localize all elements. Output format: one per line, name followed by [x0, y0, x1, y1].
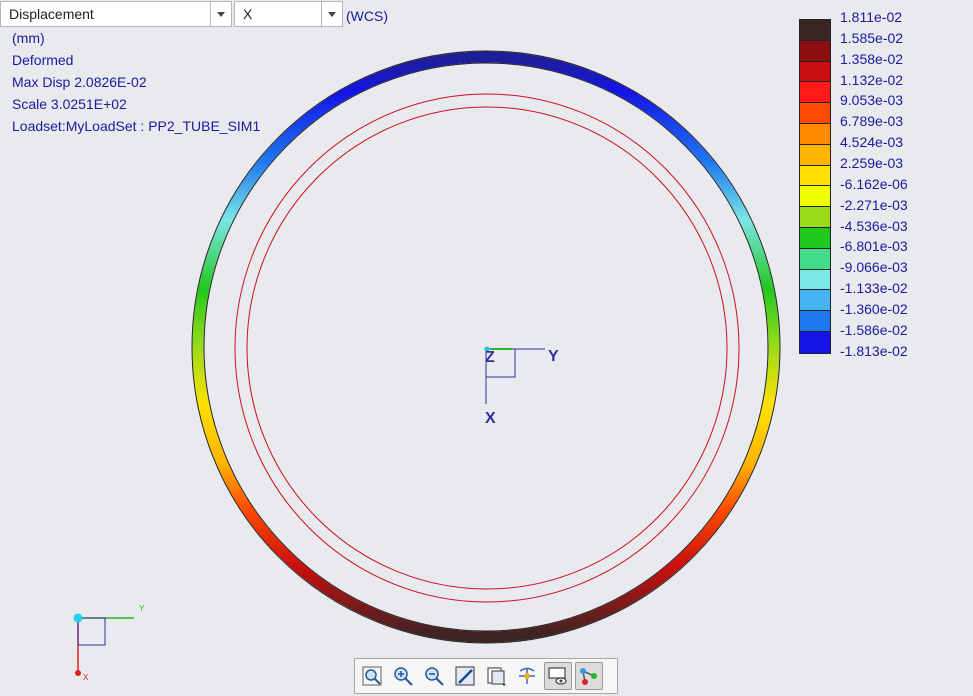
legend-swatch [800, 123, 830, 145]
datum-display-icon [580, 668, 597, 685]
legend-value-label: -6.801e-03 [840, 238, 908, 255]
graphics-toolbar [354, 658, 618, 694]
display-style-icon [548, 667, 567, 685]
legend-swatch [800, 165, 830, 187]
legend-value-label: 1.132e-02 [840, 71, 904, 88]
legend-value-label: 1.811e-02 [840, 9, 903, 25]
legend-swatch [800, 40, 830, 62]
view-orientation-triad: Y X [73, 604, 145, 682]
repaint-button[interactable] [451, 662, 479, 690]
zoom-in-icon [394, 667, 413, 686]
legend-swatch [800, 103, 830, 124]
legend-swatch [800, 82, 830, 104]
legend-swatch [800, 144, 830, 166]
legend-swatch [800, 269, 830, 291]
mini-triad-y-label: Y [139, 604, 145, 613]
legend-swatch [800, 186, 830, 208]
zoom-in-button[interactable] [389, 662, 417, 690]
legend-value-label: 6.789e-03 [840, 113, 904, 130]
legend-value-label: -1.360e-02 [840, 300, 908, 317]
refit-icon [362, 666, 382, 686]
legend-value-label: 1.358e-02 [840, 50, 904, 67]
display-style-button[interactable] [544, 662, 572, 690]
triad-z-label: Z [485, 349, 495, 366]
legend-swatch [800, 331, 830, 353]
legend-swatch [800, 290, 830, 312]
legend-swatch [800, 311, 830, 332]
legend-value-label: 4.524e-03 [840, 134, 904, 151]
legend-value-label: -4.536e-03 [840, 217, 908, 234]
triad-y-label: Y [548, 348, 559, 365]
legend-value-label: 9.053e-03 [840, 92, 904, 109]
legend-swatch [800, 207, 830, 228]
legend-swatch [800, 227, 830, 249]
legend-swatch [800, 20, 830, 41]
repaint-icon [455, 666, 475, 686]
color-legend-bar [799, 19, 831, 354]
legend-value-label: -2.271e-03 [840, 196, 908, 213]
legend-value-label: -1.133e-02 [840, 280, 908, 297]
csys-triad: Z Y X [484, 346, 559, 427]
spin-center-button[interactable] [513, 662, 541, 690]
saved-views-button[interactable] [482, 662, 510, 690]
legend-swatch [800, 61, 830, 83]
datum-display-button[interactable] [575, 662, 603, 690]
legend-value-label: -9.066e-03 [840, 259, 908, 276]
legend-value-label: 1.585e-02 [840, 29, 904, 46]
mini-triad-x-label: X [83, 673, 89, 682]
legend-swatch [800, 248, 830, 270]
saved-views-icon [487, 667, 506, 686]
legend-value-label: -1.586e-02 [840, 321, 908, 338]
zoom-out-button[interactable] [420, 662, 448, 690]
refit-button[interactable] [358, 662, 386, 690]
legend-value-label: -1.813e-02 [840, 342, 908, 359]
zoom-out-icon [425, 667, 444, 686]
triad-x-label: X [485, 410, 496, 427]
legend-value-label: -6.162e-06 [840, 175, 908, 192]
spin-center-icon [519, 667, 535, 684]
legend-value-label: 2.259e-03 [840, 154, 904, 171]
